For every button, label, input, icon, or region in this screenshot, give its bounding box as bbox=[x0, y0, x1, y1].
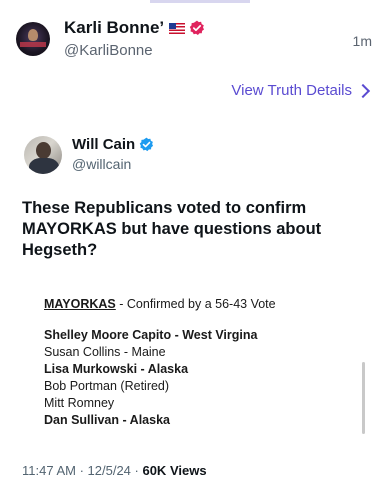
tweet-author-name[interactable]: Will Cain bbox=[72, 136, 154, 153]
post-timestamp: 1m bbox=[352, 33, 372, 49]
views-label: Views bbox=[169, 463, 207, 478]
us-flag-icon bbox=[169, 22, 186, 34]
list-item: Mitt Romney bbox=[44, 396, 115, 410]
post-author-name[interactable]: Karli Bonne’ bbox=[64, 18, 205, 38]
senator-list: Shelley Moore Capito - West Virgina Susan… bbox=[44, 327, 276, 429]
tweet-display-name[interactable]: Will Cain bbox=[72, 136, 135, 153]
list-heading-rest: - Confirmed by a 56-43 Vote bbox=[115, 297, 276, 311]
avatar-stripe bbox=[20, 42, 46, 47]
tweet-text: These Republicans voted to confirm MAYOR… bbox=[22, 199, 322, 259]
tweet-author-handle[interactable]: @willcain bbox=[72, 156, 131, 172]
avatar-figure bbox=[28, 29, 38, 41]
tweet-meta: 11:47 AM · 12/5/24 · 60K Views bbox=[22, 463, 207, 478]
list-heading: MAYORKAS - Confirmed by a 56-43 Vote bbox=[44, 296, 276, 313]
avatar-body bbox=[29, 158, 59, 174]
scrollbar[interactable] bbox=[362, 362, 365, 434]
meta-separator: · bbox=[130, 463, 143, 478]
view-truth-details-link[interactable]: View Truth Details bbox=[231, 82, 371, 99]
tweet-time: 11:47 AM bbox=[22, 463, 76, 478]
list-item: Lisa Murkowski - Alaska bbox=[44, 362, 189, 376]
chevron-right-icon bbox=[355, 83, 371, 98]
top-divider bbox=[150, 0, 250, 3]
post-author-handle[interactable]: @KarliBonne bbox=[64, 42, 153, 59]
tweet-avatar[interactable] bbox=[24, 136, 62, 174]
avatar[interactable] bbox=[16, 22, 50, 56]
list-item: Shelley Moore Capito - West Virgina bbox=[44, 328, 258, 342]
tweet-image-list: MAYORKAS - Confirmed by a 56-43 Vote She… bbox=[44, 296, 276, 429]
verified-badge-icon bbox=[189, 20, 205, 36]
list-heading-name: MAYORKAS bbox=[44, 297, 116, 311]
meta-separator: · bbox=[75, 463, 88, 478]
tweet-date: 12/5/24 bbox=[87, 463, 131, 478]
views-count: 60K bbox=[142, 463, 167, 478]
list-item: Dan Sullivan - Alaska bbox=[44, 413, 170, 427]
list-item: Bob Portman (Retired) bbox=[44, 379, 170, 393]
verified-check-icon bbox=[139, 137, 154, 152]
list-item: Susan Collins - Maine bbox=[44, 345, 166, 359]
avatar-head bbox=[36, 142, 51, 159]
view-truth-details-label[interactable]: View Truth Details bbox=[231, 82, 352, 99]
display-name[interactable]: Karli Bonne’ bbox=[64, 18, 164, 38]
